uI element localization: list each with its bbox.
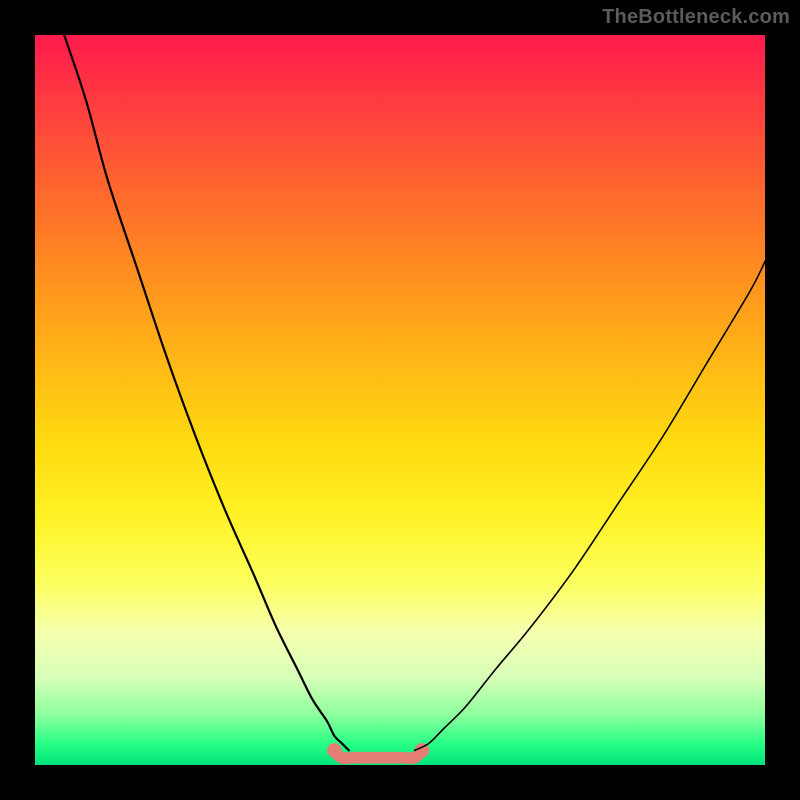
left-curve xyxy=(64,35,349,750)
bottom-band xyxy=(334,750,422,758)
chart-frame: TheBottleneck.com xyxy=(0,0,800,800)
right-curve xyxy=(415,261,765,750)
plot-area xyxy=(35,35,765,765)
chart-svg xyxy=(35,35,765,765)
watermark-text: TheBottleneck.com xyxy=(602,6,790,29)
band-end-cap xyxy=(327,743,342,758)
